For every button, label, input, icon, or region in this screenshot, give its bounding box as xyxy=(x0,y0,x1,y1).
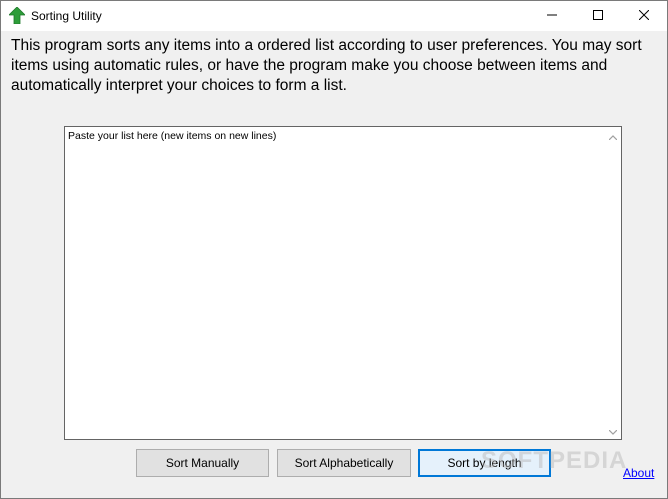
chevron-down-icon xyxy=(608,422,617,440)
minimize-icon xyxy=(547,7,557,25)
close-icon xyxy=(638,7,650,25)
scroll-down-button[interactable] xyxy=(604,422,621,439)
maximize-icon xyxy=(593,7,603,25)
app-window: Sorting Utility This program sorts any i… xyxy=(0,0,668,499)
minimize-button[interactable] xyxy=(529,1,575,31)
window-title: Sorting Utility xyxy=(31,9,102,23)
list-input[interactable]: Paste your list here (new items on new l… xyxy=(64,126,622,440)
vertical-scrollbar[interactable] xyxy=(604,127,621,439)
intro-text: This program sorts any items into a orde… xyxy=(11,37,642,94)
list-input-value: Paste your list here (new items on new l… xyxy=(68,130,277,142)
chevron-up-icon xyxy=(608,127,617,145)
title-bar[interactable]: Sorting Utility xyxy=(1,1,667,31)
sort-alphabetically-button[interactable]: Sort Alphabetically xyxy=(277,449,411,477)
maximize-button[interactable] xyxy=(575,1,621,31)
scroll-up-button[interactable] xyxy=(604,127,621,144)
sort-by-length-button[interactable]: Sort by length xyxy=(418,449,551,477)
close-button[interactable] xyxy=(621,1,667,31)
about-link[interactable]: About xyxy=(623,466,654,480)
app-icon xyxy=(8,6,26,25)
sort-manually-button[interactable]: Sort Manually xyxy=(136,449,269,477)
